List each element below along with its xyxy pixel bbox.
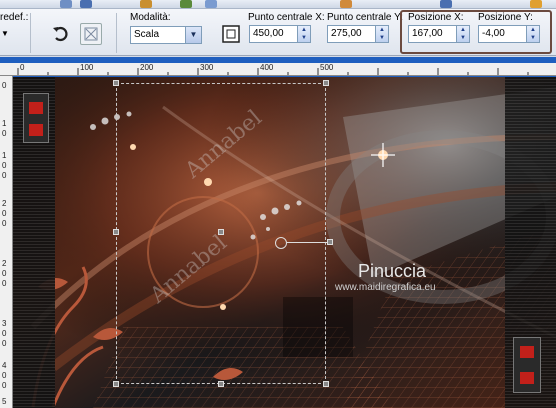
vertical-ruler: 0 1 0 1 0 0 2 0 0 2 0 0 3 0 0 4 0 0 5 bbox=[0, 76, 13, 408]
ruler-label: 0 bbox=[2, 269, 7, 278]
ruler-label: 0 bbox=[2, 219, 7, 228]
apply-button[interactable] bbox=[80, 23, 102, 45]
spin-arrows-icon[interactable]: ▲ ▼ bbox=[375, 26, 388, 42]
position-x-field[interactable]: 167,00 ▲ ▼ bbox=[408, 25, 470, 43]
ruler-label: 1 bbox=[2, 151, 7, 160]
ruler-label: 0 bbox=[2, 161, 7, 170]
toolbar-icon[interactable] bbox=[205, 0, 217, 8]
brand-website: www.maidiregrafica.eu bbox=[335, 282, 436, 293]
toolbar-icon[interactable] bbox=[140, 0, 152, 8]
ruler-label: 2 bbox=[2, 259, 7, 268]
ruler-label: 400 bbox=[260, 63, 274, 72]
ruler-label: 0 bbox=[2, 339, 7, 348]
center-x-value: 450,00 bbox=[253, 28, 284, 39]
transform-handle[interactable] bbox=[113, 229, 119, 235]
transform-handle[interactable] bbox=[113, 381, 119, 387]
position-y-field[interactable]: -4,00 ▲ ▼ bbox=[478, 25, 540, 43]
toolbar-icon[interactable] bbox=[80, 0, 92, 8]
mode-value: Scala bbox=[134, 29, 160, 40]
rotation-pivot[interactable] bbox=[275, 237, 287, 249]
transform-handle[interactable] bbox=[323, 80, 329, 86]
center-y-field[interactable]: 275,00 ▲ ▼ bbox=[327, 25, 389, 43]
spin-arrows-icon[interactable]: ▲ ▼ bbox=[526, 26, 539, 42]
ruler-label: 100 bbox=[80, 63, 94, 72]
rotation-handle-line bbox=[287, 242, 329, 243]
image-canvas[interactable]: Annabel Annabel Pinuccia www.maidiregraf… bbox=[13, 77, 556, 408]
toolbar-icon[interactable] bbox=[440, 0, 452, 8]
ruler-label: 0 bbox=[2, 381, 7, 390]
reset-button[interactable] bbox=[50, 23, 72, 45]
toolbar-icon[interactable] bbox=[60, 0, 72, 8]
center-pivot-button[interactable] bbox=[220, 23, 242, 45]
spin-arrows-icon[interactable]: ▲ ▼ bbox=[456, 26, 469, 42]
ruler-label: 500 bbox=[320, 63, 334, 72]
toolbar-icon[interactable] bbox=[340, 0, 352, 8]
center-y-label: Punto centrale Y: bbox=[327, 12, 403, 23]
ruler-label: 0 bbox=[2, 129, 7, 138]
preset-label: redef.: bbox=[0, 12, 29, 23]
ruler-label: 0 bbox=[2, 329, 7, 338]
chevron-down-icon[interactable]: ▼ bbox=[185, 27, 201, 43]
toolbar-icon[interactable] bbox=[180, 0, 192, 8]
transform-handle[interactable] bbox=[218, 229, 224, 235]
position-x-label: Posizione X: bbox=[408, 12, 464, 23]
transform-handle[interactable] bbox=[113, 80, 119, 86]
horizontal-ruler: 0 100 200 300 400 500 bbox=[0, 63, 556, 76]
brand-title: Pinuccia bbox=[358, 261, 427, 281]
center-x-label: Punto centrale X: bbox=[248, 12, 325, 23]
rotation-handle[interactable] bbox=[327, 239, 333, 245]
ruler-label: 5 bbox=[2, 397, 7, 406]
position-x-value: 167,00 bbox=[412, 28, 443, 39]
position-y-value: -4,00 bbox=[482, 28, 505, 39]
ruler-label: 0 bbox=[20, 63, 25, 72]
separator bbox=[116, 13, 117, 53]
ruler-label: 0 bbox=[2, 279, 7, 288]
transform-handle[interactable] bbox=[323, 381, 329, 387]
ruler-label: 0 bbox=[2, 371, 7, 380]
toolbar-icon[interactable] bbox=[530, 0, 542, 8]
thumbnail-icon bbox=[23, 93, 49, 143]
thumbnail-icon bbox=[513, 337, 541, 393]
mode-select[interactable]: Scala ▼ bbox=[130, 26, 202, 44]
mode-label: Modalità: bbox=[130, 12, 171, 23]
ruler-label: 3 bbox=[2, 319, 7, 328]
ruler-label: 4 bbox=[2, 361, 7, 370]
ruler-label: 0 bbox=[2, 81, 7, 90]
separator bbox=[30, 13, 31, 53]
spin-arrows-icon[interactable]: ▲ ▼ bbox=[297, 26, 310, 42]
workspace: 0 100 200 300 400 500 0 1 0 1 0 0 2 0 0 … bbox=[0, 57, 556, 408]
tool-options-bar: redef.: ▼ Modalità: Scala ▼ Punto centra… bbox=[0, 9, 556, 56]
center-y-value: 275,00 bbox=[331, 28, 362, 39]
position-y-label: Posizione Y: bbox=[478, 12, 533, 23]
ruler-label: 200 bbox=[140, 63, 154, 72]
preset-dropdown-arrow[interactable]: ▼ bbox=[1, 29, 9, 38]
ruler-label: 300 bbox=[200, 63, 214, 72]
ruler-label: 0 bbox=[2, 209, 7, 218]
ruler-label: 1 bbox=[2, 119, 7, 128]
transform-handle[interactable] bbox=[218, 381, 224, 387]
ruler-label: 2 bbox=[2, 199, 7, 208]
ruler-label: 0 bbox=[2, 171, 7, 180]
center-x-field[interactable]: 450,00 ▲ ▼ bbox=[249, 25, 311, 43]
top-strip bbox=[0, 0, 556, 9]
